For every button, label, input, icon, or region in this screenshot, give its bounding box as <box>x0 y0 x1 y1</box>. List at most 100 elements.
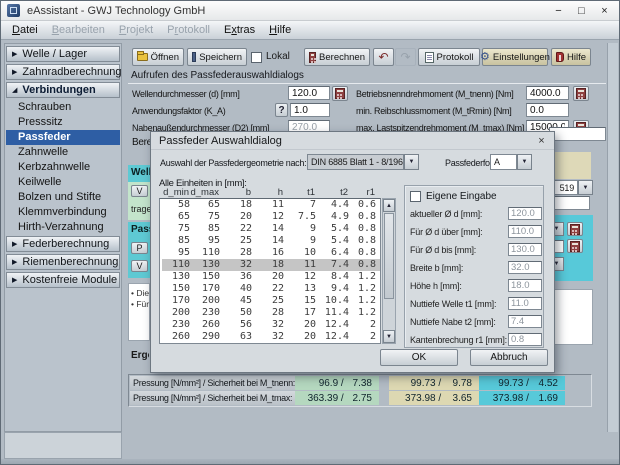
close-icon[interactable]: × <box>596 3 613 18</box>
nominal-torque-calc-button[interactable] <box>573 86 589 101</box>
dialog-title-bar[interactable]: Passfeder Auswahldialog <box>151 132 554 150</box>
field-input-h-he-h-mm <box>508 279 542 292</box>
safety-value: 7.38 <box>344 378 379 389</box>
safety-value: 3.65 <box>441 393 479 404</box>
background-input[interactable] <box>549 127 606 141</box>
undo-button[interactable]: ↶ <box>373 48 394 66</box>
scroll-down-icon[interactable]: ▼ <box>383 330 395 343</box>
geometry-combobox[interactable]: DIN 6885 Blatt 1 - 8/1968 <box>307 154 404 170</box>
background-button[interactable]: V <box>131 185 148 197</box>
sidebar-item-klemmverbindung[interactable]: Klemmverbindung <box>6 205 120 220</box>
table-cell: 1.2 <box>349 271 376 283</box>
sidebar-bottom-panel <box>4 432 122 459</box>
shaft-diameter-calc-button[interactable] <box>332 86 348 101</box>
table-row[interactable]: 1501704022139.41.2 <box>162 283 380 295</box>
protocol-button[interactable]: Protokoll <box>418 48 480 66</box>
table-cell: 20 <box>284 319 316 331</box>
background-button[interactable]: V <box>131 260 148 272</box>
table-cell: 8.4 <box>316 271 349 283</box>
ok-button[interactable]: OK <box>380 349 458 366</box>
table-cell: 11 <box>252 199 284 211</box>
background-button[interactable]: P <box>131 242 148 254</box>
table-cell: 45 <box>220 295 252 307</box>
table-cell: 58 <box>162 199 190 211</box>
chevron-down-icon[interactable]: ▼ <box>578 180 593 195</box>
redo-icon: ↷ <box>400 50 410 64</box>
table-cell: 13 <box>284 283 316 295</box>
dialog-close-icon[interactable]: × <box>534 134 549 148</box>
table-cell: 32 <box>252 319 284 331</box>
calculate-button[interactable]: Berechnen <box>304 48 370 66</box>
floppy-disk-icon <box>192 52 196 62</box>
calc-button[interactable] <box>567 239 583 253</box>
nominal-torque-input[interactable] <box>526 86 569 100</box>
shaft-diameter-input[interactable] <box>288 86 330 100</box>
sidebar-item-schrauben[interactable]: Schrauben <box>6 100 120 115</box>
help-button[interactable]: Hilfe <box>551 48 591 66</box>
table-cell: 63 <box>220 331 252 343</box>
table-row[interactable]: 7585221495.40.8 <box>162 223 380 235</box>
sidebar-item-bolzen-und-stifte[interactable]: Bolzen und Stifte <box>6 190 120 205</box>
chevron-down-icon[interactable]: ▼ <box>404 154 419 170</box>
table-row[interactable]: 23026056322012.42 <box>162 319 380 331</box>
table-row[interactable]: 1101303218117.40.8 <box>162 259 380 271</box>
sidebar-item-presssitz[interactable]: Presssitz <box>6 115 120 130</box>
sidebar-group-welle-lager[interactable]: ▶Welle / Lager <box>6 46 120 62</box>
result-row-label: Pressung [N/mm²] / Sicherheit bei M_tnen… <box>130 376 295 390</box>
table-cell: 75 <box>190 211 220 223</box>
table-row[interactable]: 1301503620128.41.2 <box>162 271 380 283</box>
cancel-button[interactable]: Abbruch <box>470 349 548 366</box>
sidebar-group-zahnradberechnung[interactable]: ▶Zahnradberechnung <box>6 64 120 80</box>
table-cell: 10 <box>284 247 316 259</box>
sidebar-group-riemenberechnung[interactable]: ▶Riemenberechnung <box>6 254 120 270</box>
calculator-icon <box>570 224 580 235</box>
maximize-icon[interactable]: □ <box>573 3 590 18</box>
table-scrollbar[interactable]: ▲ ▼ <box>382 198 396 344</box>
table-cell: 0.8 <box>349 211 376 223</box>
sidebar-item-passfeder[interactable]: Passfeder <box>6 130 120 145</box>
key-table-header: d_mind_maxbht1t2r1 <box>159 187 375 198</box>
table-row[interactable]: 20023050281711.41.2 <box>162 307 380 319</box>
table-row[interactable]: 657520127.54.90.8 <box>162 211 380 223</box>
save-button[interactable]: Speichern <box>187 48 247 66</box>
sidebar-group-verbindungen[interactable]: ◢Verbindungen <box>6 82 120 98</box>
sidebar-item-kerbzahnwelle[interactable]: Kerbzahnwelle <box>6 160 120 175</box>
sidebar-group-kostenfreie-module[interactable]: ▶Kostenfreie Module <box>6 272 120 288</box>
open-button[interactable]: Öffnen <box>132 48 184 66</box>
settings-button-label: Einstellungen <box>493 52 550 63</box>
lokal-checkbox[interactable] <box>251 52 262 63</box>
table-cell: 1.2 <box>349 283 376 295</box>
minimize-icon[interactable]: − <box>550 3 567 18</box>
sidebar-item-hirth-verzahnung[interactable]: Hirth-Verzahnung <box>6 220 120 235</box>
table-row[interactable]: 5865181174.40.6 <box>162 199 380 211</box>
min-friction-torque-input[interactable] <box>526 103 569 117</box>
scrollbar-thumb[interactable] <box>384 213 394 299</box>
sidebar-group-federberechnung[interactable]: ▶Federberechnung <box>6 236 120 252</box>
key-form-combobox[interactable]: A <box>490 154 517 170</box>
menu-item-datei[interactable]: Datei <box>5 22 45 38</box>
help-question-button[interactable]: ? <box>275 103 288 117</box>
calc-button[interactable] <box>567 222 583 236</box>
chevron-down-icon[interactable]: ▼ <box>517 154 532 170</box>
table-cell: 0.8 <box>349 259 376 271</box>
menu-item-extras[interactable]: Extras <box>217 22 262 38</box>
sidebar-item-keilwelle[interactable]: Keilwelle <box>6 175 120 190</box>
table-row[interactable]: 8595251495.40.8 <box>162 235 380 247</box>
table-cell: 9.4 <box>316 283 349 295</box>
table-cell: 7.4 <box>316 259 349 271</box>
sidebar-item-zahnwelle[interactable]: Zahnwelle <box>6 145 120 160</box>
table-row[interactable]: 951102816106.40.8 <box>162 247 380 259</box>
table-cell: 12 <box>252 211 284 223</box>
menu-item-bearbeiten: Bearbeiten <box>45 22 112 38</box>
key-table-body: 5865181174.40.6657520127.54.90.875852214… <box>159 198 381 344</box>
window-controls: − □ × <box>550 3 619 18</box>
menu-item-hilfe[interactable]: Hilfe <box>262 22 298 38</box>
table-cell: 32 <box>220 259 252 271</box>
table-row[interactable]: 17020045251510.41.2 <box>162 295 380 307</box>
scroll-up-icon[interactable]: ▲ <box>383 199 395 212</box>
settings-button[interactable]: ⚙ Einstellungen <box>482 48 548 66</box>
table-row[interactable]: 26029063322012.42 <box>162 331 380 343</box>
dialog-title: Passfeder Auswahldialog <box>159 135 282 147</box>
application-factor-input[interactable] <box>290 103 330 117</box>
own-input-checkbox[interactable] <box>410 191 421 202</box>
